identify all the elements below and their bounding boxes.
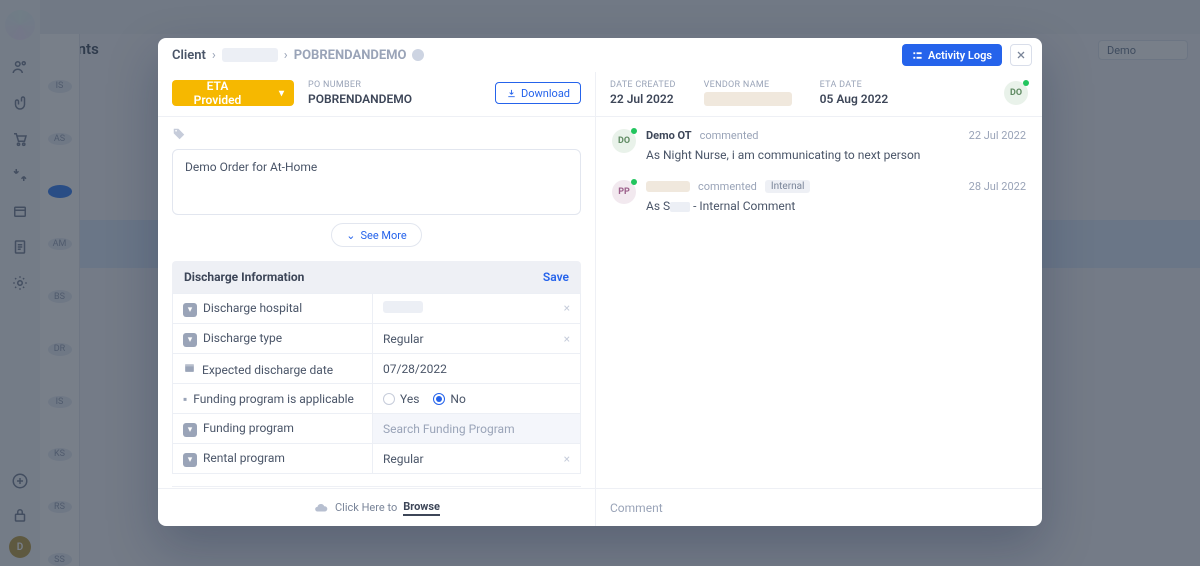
close-icon bbox=[1015, 49, 1027, 61]
po-number-block: PO NUMBER POBRENDANDEMO bbox=[308, 80, 412, 106]
field-value: Regular bbox=[383, 332, 424, 346]
redacted-text bbox=[670, 202, 690, 212]
expected-date-row: Expected discharge date 07/28/2022 bbox=[173, 354, 581, 384]
discharge-type-input[interactable]: Regular × bbox=[373, 324, 581, 354]
activity-logs-button[interactable]: Activity Logs bbox=[902, 44, 1002, 66]
list-icon bbox=[912, 50, 923, 61]
comment-input[interactable] bbox=[610, 501, 1028, 515]
left-column: ETA Provided ▾ PO NUMBER POBRENDANDEMO D… bbox=[158, 72, 596, 488]
funding-yes-radio[interactable]: Yes bbox=[383, 392, 419, 406]
clear-icon[interactable]: × bbox=[564, 301, 570, 315]
expected-date-input[interactable]: 07/28/2022 bbox=[373, 354, 581, 384]
comment-body: As S - Internal Comment bbox=[646, 199, 1026, 213]
chevron-down-icon: ▾ bbox=[183, 423, 197, 437]
see-more-button[interactable]: ⌄ See More bbox=[331, 223, 421, 247]
po-number-label: PO NUMBER bbox=[308, 80, 412, 90]
comment-action: commented bbox=[700, 129, 759, 142]
chevron-right-icon: › bbox=[284, 48, 288, 63]
see-more-label: See More bbox=[360, 229, 406, 242]
discharge-table: ▾ Discharge hospital × ▾ Discharge type Re… bbox=[172, 293, 581, 474]
info-icon[interactable] bbox=[412, 49, 424, 61]
order-note[interactable]: Demo Order for At-Home bbox=[172, 149, 581, 215]
upload-text: Click Here to bbox=[335, 501, 397, 514]
funding-no-radio[interactable]: No bbox=[433, 392, 465, 406]
vendor-name-redacted bbox=[704, 92, 792, 106]
discharge-title: Discharge Information bbox=[184, 270, 304, 284]
eta-status-dropdown[interactable]: ETA Provided ▾ bbox=[172, 80, 294, 106]
calendar-icon bbox=[183, 363, 196, 377]
radio-label: No bbox=[450, 392, 465, 406]
breadcrumb-leaf: POBRENDANDEMO bbox=[294, 48, 407, 63]
meta-value: 22 Jul 2022 bbox=[610, 92, 676, 106]
chevron-down-icon: ▾ bbox=[183, 453, 197, 467]
comment-author: Demo OT bbox=[646, 129, 692, 142]
field-label: Discharge hospital bbox=[203, 301, 302, 315]
eta-status-label: ETA Provided bbox=[182, 79, 253, 107]
discharge-type-row: ▾ Discharge type Regular × bbox=[173, 324, 581, 354]
assignee-avatar[interactable]: DO bbox=[1004, 81, 1028, 105]
comment-avatar: DO bbox=[612, 129, 636, 153]
close-button[interactable] bbox=[1010, 44, 1032, 66]
comment-item: PP commented Internal 28 Jul 2022 As S -… bbox=[612, 180, 1026, 213]
chevron-right-icon: › bbox=[212, 48, 216, 63]
comment-date: 28 Jul 2022 bbox=[969, 180, 1026, 193]
comment-item: DO Demo OT commented 22 Jul 2022 As Nigh… bbox=[612, 129, 1026, 162]
discharge-save-button[interactable]: Save bbox=[543, 270, 569, 284]
upload-area[interactable]: Click Here to Browse bbox=[158, 489, 596, 526]
comment-internal-tag: Internal bbox=[765, 180, 811, 193]
breadcrumb: Client › › POBRENDANDEMO bbox=[172, 48, 424, 63]
breadcrumb-client-redacted[interactable] bbox=[222, 48, 278, 62]
field-label: Expected discharge date bbox=[202, 363, 333, 377]
comment-body: As Night Nurse, i am communicating to ne… bbox=[646, 148, 1026, 162]
field-value: Regular bbox=[383, 452, 424, 466]
field-label: Funding program is applicable bbox=[193, 392, 354, 406]
chevron-down-icon: ▾ bbox=[183, 333, 197, 347]
download-icon bbox=[506, 88, 517, 99]
meta-label: DATE CREATED bbox=[610, 80, 676, 90]
rental-program-row: ▾ Rental program Regular × bbox=[173, 444, 581, 474]
funding-program-row: ▾ Funding program Search Funding Program bbox=[173, 414, 581, 444]
right-column: DATE CREATED 22 Jul 2022 VENDOR NAME ETA… bbox=[596, 72, 1042, 488]
clear-icon[interactable]: × bbox=[564, 452, 570, 466]
cloud-upload-icon bbox=[313, 501, 329, 515]
discharge-hospital-input[interactable]: × bbox=[373, 294, 581, 324]
date-created-block: DATE CREATED 22 Jul 2022 bbox=[610, 80, 676, 106]
po-number-value: POBRENDANDEMO bbox=[308, 92, 412, 106]
funding-applicable-row: ▪ Funding program is applicable Yes No bbox=[173, 384, 581, 414]
funding-program-input: Search Funding Program bbox=[373, 414, 581, 444]
vendor-name-block: VENDOR NAME bbox=[704, 80, 792, 106]
browse-link[interactable]: Browse bbox=[403, 500, 440, 516]
field-label: Funding program bbox=[203, 421, 294, 435]
modal-footer: Click Here to Browse bbox=[158, 488, 1042, 526]
comment-avatar: PP bbox=[612, 180, 636, 204]
clear-icon[interactable]: × bbox=[564, 332, 570, 346]
breadcrumb-root[interactable]: Client bbox=[172, 48, 206, 63]
order-detail-modal: Client › › POBRENDANDEMO Activity Logs E… bbox=[158, 38, 1042, 526]
comment-author-redacted bbox=[646, 181, 690, 192]
modal-header: Client › › POBRENDANDEMO Activity Logs bbox=[158, 38, 1042, 72]
tag-icon[interactable] bbox=[172, 127, 581, 141]
comments-list: DO Demo OT commented 22 Jul 2022 As Nigh… bbox=[596, 117, 1042, 488]
meta-value: 05 Aug 2022 bbox=[820, 92, 889, 106]
activity-logs-label: Activity Logs bbox=[928, 49, 992, 62]
comment-action: commented bbox=[698, 180, 757, 193]
chevron-down-icon: ▾ bbox=[183, 303, 197, 317]
eta-date-block: ETA DATE 05 Aug 2022 bbox=[820, 80, 889, 106]
meta-label: VENDOR NAME bbox=[704, 80, 792, 90]
meta-label: ETA DATE bbox=[820, 80, 889, 90]
discharge-hospital-row: ▾ Discharge hospital × bbox=[173, 294, 581, 324]
chevron-down-icon: ▾ bbox=[279, 88, 284, 99]
download-label: Download bbox=[521, 87, 570, 100]
rental-program-input[interactable]: Regular × bbox=[373, 444, 581, 474]
comment-date: 22 Jul 2022 bbox=[969, 129, 1026, 142]
field-placeholder: Search Funding Program bbox=[383, 422, 515, 436]
discharge-section-header: Discharge Information Save bbox=[172, 261, 581, 293]
chevron-down-icon: ⌄ bbox=[346, 229, 355, 242]
field-label: Discharge type bbox=[203, 331, 282, 345]
field-label: Rental program bbox=[203, 451, 285, 465]
square-icon: ▪ bbox=[183, 392, 187, 406]
radio-label: Yes bbox=[400, 392, 419, 406]
field-value: 07/28/2022 bbox=[383, 362, 447, 376]
download-button[interactable]: Download bbox=[495, 82, 581, 104]
